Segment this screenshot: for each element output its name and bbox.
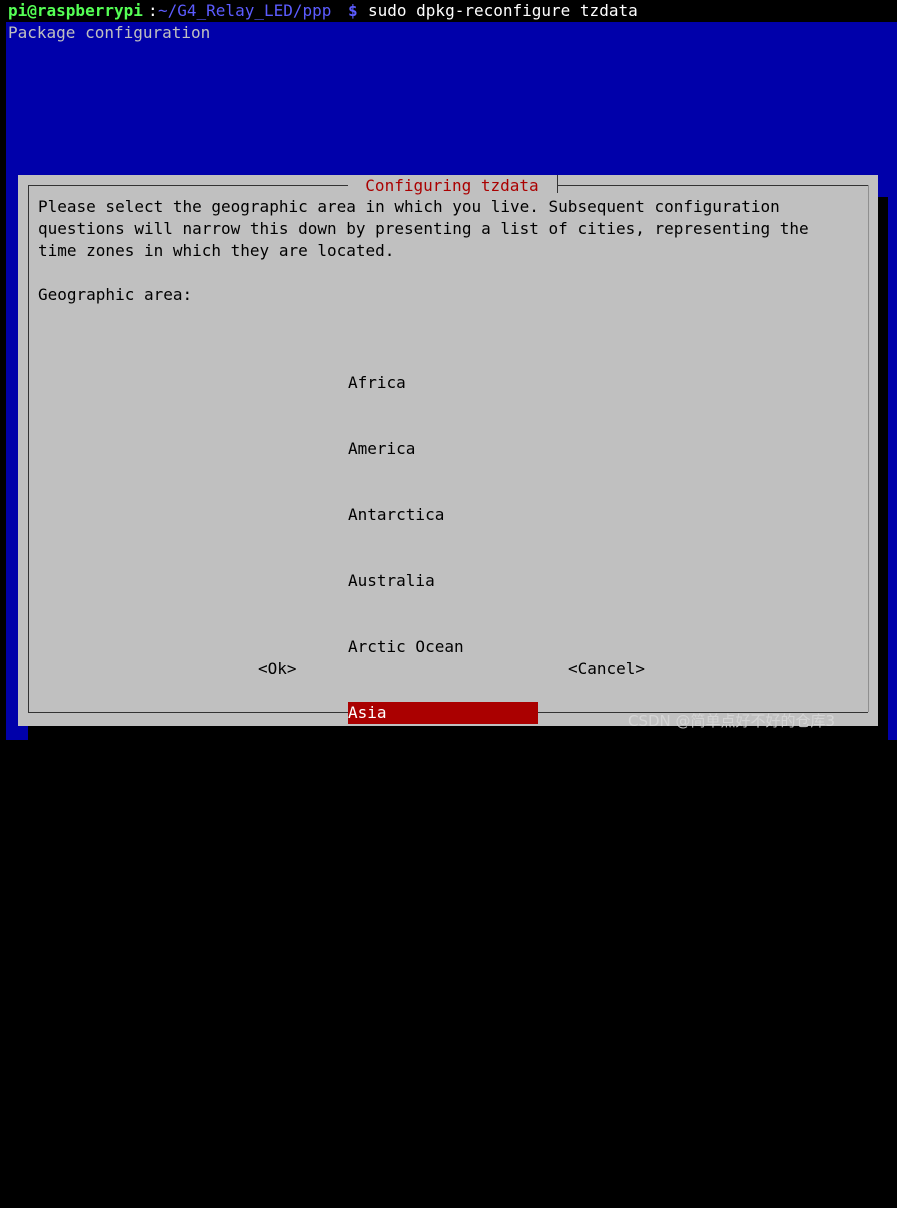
cancel-button[interactable]: <Cancel> xyxy=(568,658,645,680)
dialog-border-left xyxy=(28,185,29,712)
list-item-us[interactable]: US xyxy=(348,1098,538,1120)
list-item-antarctica[interactable]: Antarctica xyxy=(348,504,538,526)
terminal-prompt-line: pi@raspberrypi : ~/G4_Relay_LED/ppp $ su… xyxy=(0,0,897,22)
list-item-indian-ocean[interactable]: Indian Ocean xyxy=(348,900,538,922)
prompt-colon: : xyxy=(148,1,158,20)
list-item-arctic-ocean[interactable]: Arctic Ocean xyxy=(348,636,538,658)
backtitle: Package configuration xyxy=(8,23,211,42)
prompt-symbol: $ xyxy=(348,1,358,20)
ok-button[interactable]: <Ok> xyxy=(258,658,297,680)
dialog-shadow-right xyxy=(878,197,888,740)
prompt-command: sudo dpkg-reconfigure tzdata xyxy=(368,1,638,20)
description-line-1: Please select the geographic area in whi… xyxy=(38,197,780,216)
dialog-title: Configuring tzdata xyxy=(348,175,556,197)
list-item-system-v-timezones[interactable]: System V timezones xyxy=(348,1032,538,1054)
list-item-europe[interactable]: Europe xyxy=(348,834,538,856)
list-item-america[interactable]: America xyxy=(348,438,538,460)
geographic-area-list[interactable]: Africa America Antarctica Australia Arct… xyxy=(348,328,538,1208)
csdn-watermark: CSDN @简单点好不好的仓库3 xyxy=(628,712,836,730)
description-line-2: questions will narrow this down by prese… xyxy=(38,219,809,238)
description-line-3: time zones in which they are located. xyxy=(38,241,395,260)
prompt-path: ~/G4_Relay_LED/ppp xyxy=(158,1,332,20)
title-bracket-right xyxy=(557,175,558,193)
list-item-pacific-ocean[interactable]: Pacific Ocean xyxy=(348,966,538,988)
terminal-left-edge xyxy=(0,22,6,740)
prompt-user-host: pi@raspberrypi xyxy=(8,1,143,20)
dialog-border-top-right xyxy=(558,185,868,186)
list-item-asia-selected[interactable]: Asia xyxy=(348,702,538,724)
list-item-none-of-the-above[interactable]: None of the above xyxy=(348,1164,538,1186)
list-item-africa[interactable]: Africa xyxy=(348,372,538,394)
dialog-border-right xyxy=(868,185,869,712)
list-item-atlantic-ocean[interactable]: Atlantic Ocean xyxy=(348,768,538,790)
dialog-border-top-left xyxy=(28,185,348,186)
geographic-area-label: Geographic area: xyxy=(38,285,193,304)
list-item-australia[interactable]: Australia xyxy=(348,570,538,592)
